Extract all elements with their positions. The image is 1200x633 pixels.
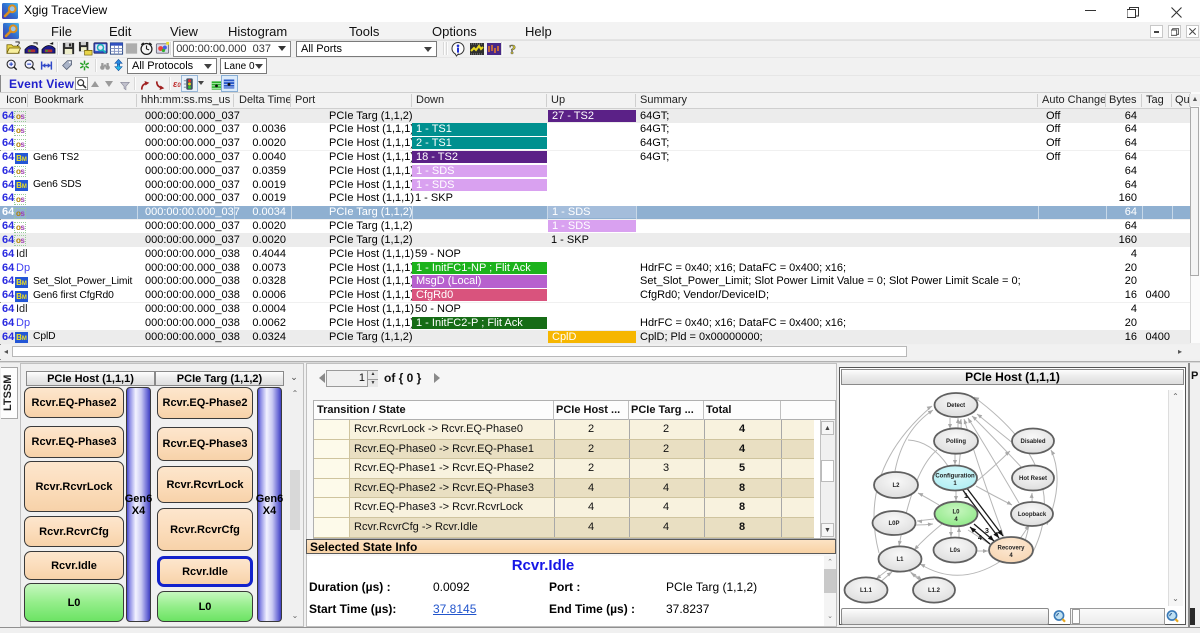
svg-text:Hot Reset: Hot Reset xyxy=(1019,476,1047,482)
svg-text:Loopback: Loopback xyxy=(1018,512,1047,518)
svg-text:Recovery: Recovery xyxy=(997,546,1025,552)
svg-text:L0P: L0P xyxy=(888,521,899,527)
svg-text:Configuration: Configuration xyxy=(935,474,975,480)
svg-text:L0s: L0s xyxy=(950,548,961,554)
svg-text:L1: L1 xyxy=(896,557,904,563)
svg-text:3: 3 xyxy=(985,528,989,535)
svg-text:L1.2: L1.2 xyxy=(928,588,941,594)
svg-text:L2: L2 xyxy=(892,483,900,489)
svg-text:1: 1 xyxy=(964,493,968,500)
svg-text:4: 4 xyxy=(978,535,982,542)
svg-text:L0: L0 xyxy=(952,510,960,516)
svg-text:Detect: Detect xyxy=(947,403,965,409)
svg-text:?: ? xyxy=(509,43,516,57)
svg-text:Disabled: Disabled xyxy=(1020,439,1045,445)
svg-text:Polling: Polling xyxy=(946,439,966,445)
svg-text:L1.1: L1.1 xyxy=(860,588,873,594)
